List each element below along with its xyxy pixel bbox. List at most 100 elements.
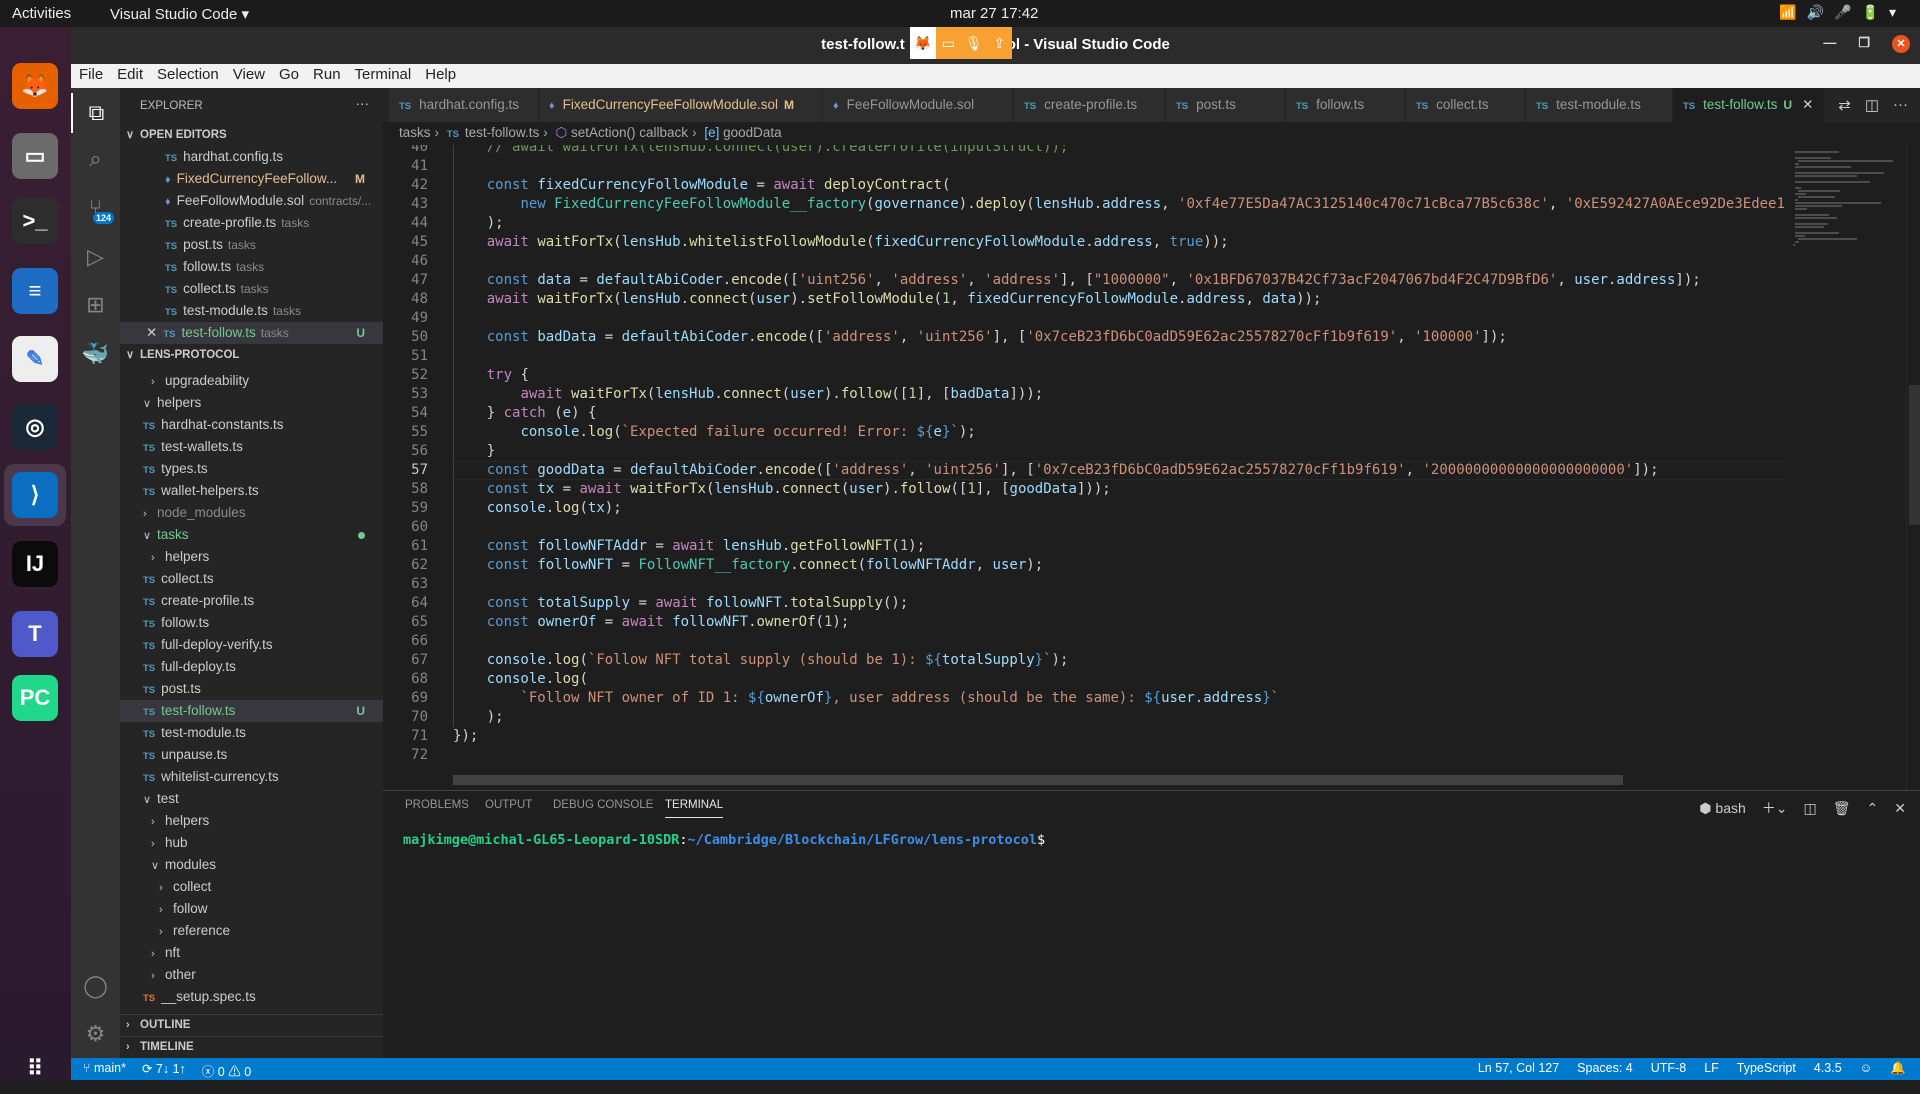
problems-indicator[interactable]: ⓧ 0 ⚠ 0 <box>202 1061 251 1080</box>
tree-folder[interactable]: ∨ modules <box>120 854 383 876</box>
menu-selection[interactable]: Selection <box>149 64 225 88</box>
breadcrumb-item[interactable]: setAction() callback <box>571 125 688 140</box>
tree-folder[interactable]: › reference <box>120 920 383 942</box>
code-line[interactable]: } catch (e) { <box>453 404 597 423</box>
branch-indicator[interactable]: ⑂ main* <box>83 1061 126 1080</box>
code-editor[interactable]: 40 // await waitForTx(lensHub.connect(us… <box>383 145 1785 790</box>
tab-output[interactable]: OUTPUT <box>485 799 532 811</box>
open-editor-item[interactable]: TS hardhat.config.ts <box>120 146 383 168</box>
tree-file[interactable]: TS full-deploy-verify.ts <box>120 634 383 656</box>
search-icon[interactable]: ⌕ <box>71 139 120 179</box>
menu-file[interactable]: File <box>71 64 109 88</box>
notifications-icon[interactable]: 🔔 <box>1890 1061 1906 1076</box>
tree-file[interactable]: TS __setup.spec.ts <box>120 986 383 1008</box>
tree-file[interactable]: TS whitelist-currency.ts <box>120 766 383 788</box>
tree-file[interactable]: TS hardhat-constants.ts <box>120 414 383 436</box>
timeline-header[interactable]: › TIMELINE <box>120 1036 383 1058</box>
outline-header[interactable]: › OUTLINE <box>120 1014 383 1036</box>
tree-folder[interactable]: ∨ test <box>120 788 383 810</box>
tab-debug-console[interactable]: DEBUG CONSOLE <box>553 799 653 811</box>
breadcrumb-item[interactable]: tasks <box>399 125 431 140</box>
close-panel-icon[interactable]: ✕ <box>1894 800 1906 817</box>
tree-folder[interactable]: › helpers <box>120 546 383 568</box>
tree-folder[interactable]: › follow <box>120 898 383 920</box>
tab-create-profile-ts[interactable]: TS create-profile.ts <box>1014 88 1166 122</box>
tree-folder[interactable]: › nft <box>120 942 383 964</box>
code-line[interactable]: ); <box>453 708 504 727</box>
extensions-icon[interactable]: ⊞ <box>71 285 120 325</box>
open-editor-item[interactable]: ♦ FeeFollowModule.sol contracts/... <box>120 190 383 212</box>
tree-file[interactable]: TS wallet-helpers.ts <box>120 480 383 502</box>
maximize-panel-icon[interactable]: ⌃ <box>1867 800 1879 817</box>
encoding[interactable]: UTF-8 <box>1651 1061 1686 1076</box>
dock-teams-icon[interactable]: T <box>10 609 60 659</box>
screen-share-indicator[interactable]: 🦊 ▭ 🎙 ⇪ <box>910 27 1012 59</box>
code-line[interactable]: new FixedCurrencyFeeFollowModule__factor… <box>453 195 1784 214</box>
breadcrumb-item[interactable]: goodData <box>723 125 782 140</box>
code-line[interactable]: const badData = defaultAbiCoder.encode([… <box>453 328 1507 347</box>
code-line[interactable]: try { <box>453 366 529 385</box>
tree-folder[interactable]: › other <box>120 964 383 986</box>
close-icon[interactable]: ✕ <box>146 325 157 340</box>
tab-test-follow-ts[interactable]: TS test-follow.ts U ✕ <box>1673 88 1825 122</box>
ts-version[interactable]: 4.3.5 <box>1814 1061 1842 1076</box>
menu-run[interactable]: Run <box>305 64 347 88</box>
menu-edit[interactable]: Edit <box>109 64 149 88</box>
code-line[interactable]: ); <box>453 214 504 233</box>
dock-vscode-icon[interactable]: ⟩ <box>4 464 66 526</box>
close-tab-icon[interactable]: ✕ <box>1802 97 1813 112</box>
tree-file[interactable]: TS create-profile.ts <box>120 590 383 612</box>
dock-text-editor-icon[interactable]: ✎ <box>10 334 60 384</box>
tab-feefollowmodule-sol[interactable]: ♦ FeeFollowModule.sol <box>823 88 1014 122</box>
docker-icon[interactable]: 🐳 <box>71 334 120 374</box>
run-debug-icon[interactable]: ▷ <box>71 237 120 277</box>
project-header[interactable]: ∨ LENS-PROTOCOL <box>120 344 383 366</box>
end-of-line[interactable]: LF <box>1704 1061 1719 1076</box>
tree-file[interactable]: TS unpause.ts <box>120 744 383 766</box>
open-editor-item[interactable]: ♦ FixedCurrencyFeeFollow... M <box>120 168 383 190</box>
code-line[interactable]: console.log( <box>453 670 588 689</box>
maximize-button[interactable]: ❐ <box>1858 35 1870 53</box>
tab-fixedcurrencyfeefollowmodule-sol[interactable]: ♦ FixedCurrencyFeeFollowModule.sol M <box>539 88 823 122</box>
code-line[interactable]: console.log(`Follow NFT total supply (sh… <box>453 651 1069 670</box>
system-tray-icons[interactable]: 📶🔊🎤🔋▾ <box>1779 4 1906 21</box>
code-line[interactable]: await waitForTx(lensHub.connect(user).se… <box>453 290 1322 309</box>
open-editor-item[interactable]: TS collect.ts tasks <box>120 278 383 300</box>
code-line[interactable]: await waitForTx(lensHub.whitelistFollowM… <box>453 233 1229 252</box>
open-changes-icon[interactable]: ⇄ <box>1838 96 1851 114</box>
menu-help[interactable]: Help <box>417 64 462 88</box>
dock-firefox-icon[interactable]: 🦊 <box>10 61 60 111</box>
more-actions-icon[interactable]: ··· <box>356 96 370 111</box>
tree-folder[interactable]: › helpers <box>120 810 383 832</box>
code-line[interactable]: const followNFTAddr = await lensHub.getF… <box>453 537 925 556</box>
kill-terminal-icon[interactable]: 🗑 <box>1833 800 1851 817</box>
tree-folder[interactable]: › node_modules <box>120 502 383 524</box>
code-line[interactable]: const fixedCurrencyFollowModule = await … <box>453 176 951 195</box>
tree-folder[interactable]: › hub <box>120 832 383 854</box>
code-line[interactable]: const goodData = defaultAbiCoder.encode(… <box>453 461 1659 480</box>
tab-terminal[interactable]: TERMINAL <box>665 799 724 818</box>
tree-file[interactable]: TS test-module.ts <box>120 722 383 744</box>
sync-indicator[interactable]: ⟳ 7↓ 1↑ <box>142 1061 186 1080</box>
open-editor-item[interactable]: TS follow.ts tasks <box>120 256 383 278</box>
tab-problems[interactable]: PROBLEMS <box>405 799 469 811</box>
terminal-shell-selector[interactable]: ⬢ bash <box>1699 800 1745 817</box>
terminal-output[interactable]: majkimge@michal-GL65-Leopard-10SDR:~/Cam… <box>403 832 1045 848</box>
open-editor-item[interactable]: TS create-profile.ts tasks <box>120 212 383 234</box>
tab-collect-ts[interactable]: TS collect.ts <box>1406 88 1526 122</box>
breadcrumb-item[interactable]: test-follow.ts <box>465 125 539 140</box>
tab-follow-ts[interactable]: TS follow.ts <box>1286 88 1406 122</box>
code-line[interactable]: } <box>453 442 495 461</box>
code-line[interactable]: const tx = await waitForTx(lensHub.conne… <box>453 480 1111 499</box>
menu-terminal[interactable]: Terminal <box>347 64 418 88</box>
split-editor-icon[interactable]: ◫ <box>1865 96 1879 114</box>
cursor-position[interactable]: Ln 57, Col 127 <box>1478 1061 1559 1076</box>
explorer-icon[interactable]: ⧉ <box>71 93 120 133</box>
tree-folder[interactable]: › upgradeability <box>120 370 383 392</box>
dock-pycharm-icon[interactable]: PC <box>10 673 60 723</box>
horizontal-scrollbar[interactable] <box>453 775 1623 785</box>
tab-hardhat-config-ts[interactable]: TS hardhat.config.ts <box>389 88 539 122</box>
tree-file[interactable]: TS post.ts <box>120 678 383 700</box>
tree-file[interactable]: TS full-deploy.ts <box>120 656 383 678</box>
open-editor-item[interactable]: TS test-module.ts tasks <box>120 300 383 322</box>
